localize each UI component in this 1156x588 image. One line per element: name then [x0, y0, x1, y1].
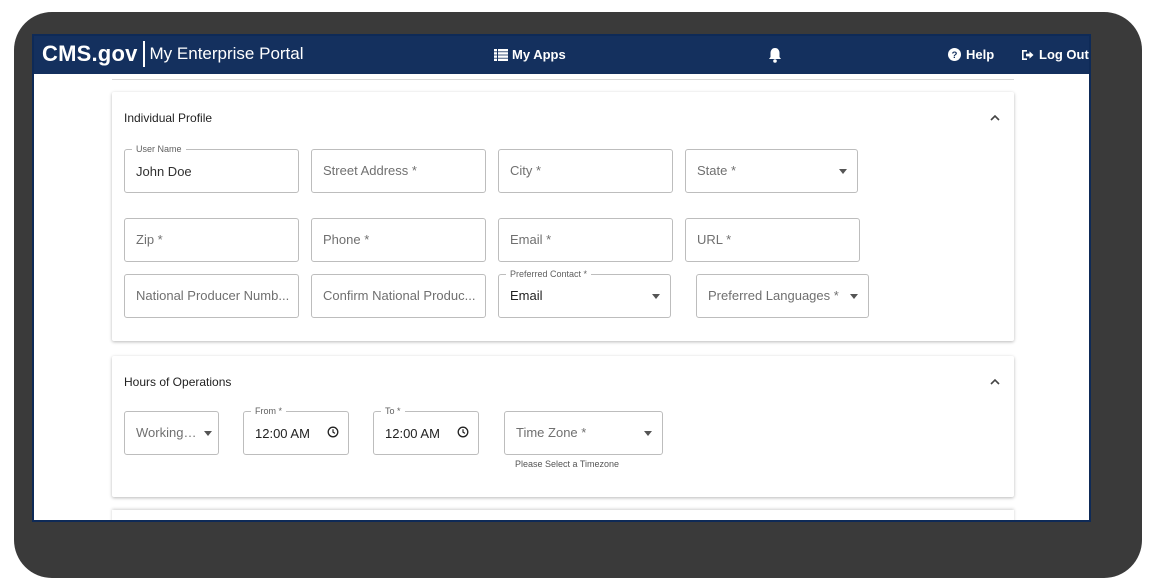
- dropdown-caret-icon: [652, 294, 660, 299]
- street-address-placeholder: Street Address *: [323, 163, 417, 178]
- chevron-up-icon[interactable]: [990, 378, 1000, 385]
- from-time-label: From *: [251, 406, 286, 416]
- individual-profile-card: Individual Profile User Name John Doe St…: [112, 92, 1014, 341]
- brand[interactable]: CMS.gov My Enterprise Portal: [42, 41, 304, 67]
- hours-of-operations-card: Hours of Operations Working D... From * …: [112, 356, 1014, 497]
- svg-text:?: ?: [952, 50, 958, 61]
- confirm-national-producer-number-field[interactable]: Confirm National Produc...: [311, 274, 486, 318]
- notifications-button[interactable]: [768, 47, 782, 68]
- help-label: Help: [966, 47, 995, 62]
- preferred-contact-label: Preferred Contact *: [506, 269, 592, 279]
- email-placeholder: Email *: [510, 232, 552, 247]
- npn-placeholder: National Producer Numb...: [136, 288, 290, 303]
- grid-list-icon: [494, 48, 508, 61]
- help-circle-icon: ?: [948, 48, 961, 61]
- street-address-field[interactable]: Street Address *: [311, 149, 486, 193]
- user-name-field[interactable]: User Name John Doe: [124, 144, 299, 193]
- preferred-languages-select[interactable]: Preferred Languages *: [696, 274, 869, 318]
- time-zone-helper-text: Please Select a Timezone: [515, 459, 620, 469]
- logout-label: Log Out: [1039, 47, 1089, 62]
- to-time-field[interactable]: To * 12:00 AM: [373, 406, 479, 455]
- portal-window: CMS.gov My Enterprise Portal My Apps ? H…: [32, 34, 1091, 522]
- bell-icon: [769, 48, 781, 63]
- to-time-label: To *: [381, 406, 405, 416]
- state-select[interactable]: State *: [685, 149, 858, 193]
- preferred-languages-placeholder: Preferred Languages *: [708, 288, 839, 303]
- hours-of-operations-title: Hours of Operations: [124, 375, 232, 389]
- chevron-up-icon[interactable]: [990, 114, 1000, 121]
- brand-separator: [142, 41, 145, 67]
- time-zone-select[interactable]: Time Zone *: [504, 411, 663, 455]
- url-placeholder: URL *: [697, 232, 732, 247]
- to-time-value: 12:00 AM: [385, 426, 440, 441]
- logout-icon: [1022, 49, 1034, 60]
- clock-icon[interactable]: [327, 426, 339, 438]
- phone-placeholder: Phone *: [323, 232, 370, 247]
- dropdown-caret-icon: [644, 431, 652, 436]
- my-apps-button[interactable]: My Apps: [494, 47, 566, 62]
- next-section-card: [112, 510, 1014, 520]
- logout-button[interactable]: Log Out: [1021, 47, 1089, 62]
- from-time-field[interactable]: From * 12:00 AM: [243, 406, 349, 455]
- user-name-value: John Doe: [136, 164, 192, 179]
- my-apps-label: My Apps: [512, 47, 566, 62]
- confirm-npn-placeholder: Confirm National Produc...: [323, 288, 476, 303]
- phone-field[interactable]: Phone *: [311, 218, 486, 262]
- city-field[interactable]: City *: [498, 149, 673, 193]
- zip-placeholder: Zip *: [136, 232, 163, 247]
- top-navigation-bar: CMS.gov My Enterprise Portal My Apps ? H…: [34, 36, 1089, 74]
- national-producer-number-field[interactable]: National Producer Numb...: [124, 274, 299, 318]
- from-time-value: 12:00 AM: [255, 426, 310, 441]
- individual-profile-title: Individual Profile: [124, 111, 213, 125]
- brand-cms-logo: CMS.gov: [42, 41, 138, 66]
- preferred-contact-select[interactable]: Preferred Contact * Email: [498, 269, 671, 318]
- section-divider: [112, 79, 1014, 80]
- dropdown-caret-icon: [204, 431, 212, 436]
- user-name-label: User Name: [132, 144, 186, 154]
- email-field[interactable]: Email *: [498, 218, 673, 262]
- dropdown-caret-icon: [850, 294, 858, 299]
- working-days-placeholder: Working D...: [136, 425, 198, 440]
- preferred-contact-value: Email: [510, 288, 543, 303]
- clock-icon[interactable]: [457, 426, 469, 438]
- state-placeholder: State *: [697, 163, 737, 178]
- working-days-select[interactable]: Working D...: [124, 411, 219, 455]
- zip-field[interactable]: Zip *: [124, 218, 299, 262]
- city-placeholder: City *: [510, 163, 542, 178]
- help-button[interactable]: ? Help: [948, 47, 994, 62]
- time-zone-placeholder: Time Zone *: [516, 425, 587, 440]
- brand-portal-name: My Enterprise Portal: [149, 44, 304, 63]
- dropdown-caret-icon: [839, 169, 847, 174]
- url-field[interactable]: URL *: [685, 218, 860, 262]
